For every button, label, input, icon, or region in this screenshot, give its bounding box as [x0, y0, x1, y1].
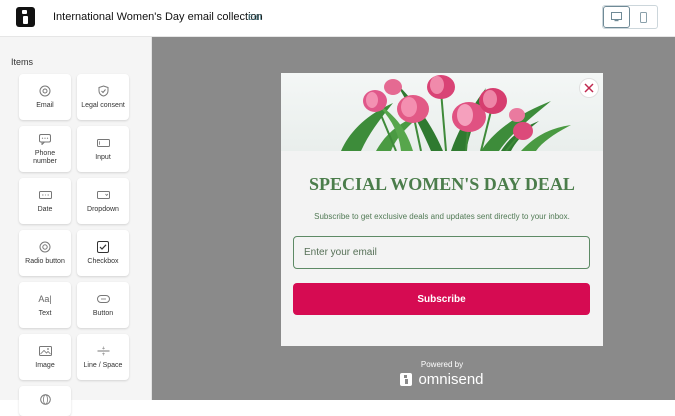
item-dropdown[interactable]: Dropdown	[77, 178, 129, 224]
desktop-view-button[interactable]	[603, 6, 631, 28]
item-label: Date	[37, 206, 53, 213]
item-text[interactable]: Aa| Text	[19, 282, 71, 328]
text-icon: Aa|	[38, 294, 52, 304]
tulips-hero-image	[281, 73, 603, 151]
item-label: Button	[92, 310, 114, 317]
item-input[interactable]: Input	[77, 126, 129, 172]
mobile-icon	[640, 11, 648, 23]
mobile-view-button[interactable]	[630, 6, 657, 28]
item-label: Phone number	[33, 150, 57, 165]
edit-link[interactable]: Edit	[248, 13, 262, 22]
button-icon	[96, 292, 110, 306]
popup-subtext: Subscribe to get exclusive deals and upd…	[314, 212, 570, 221]
shield-check-icon	[98, 84, 109, 98]
email-input[interactable]	[294, 237, 589, 268]
page-title: International Women's Day email collecti…	[53, 11, 263, 23]
items-heading: Items	[11, 57, 34, 67]
image-icon	[38, 344, 52, 358]
item-phone-number[interactable]: Phone number	[19, 126, 71, 172]
device-toggle	[602, 5, 658, 29]
globe-icon	[39, 392, 51, 406]
checkbox-icon	[97, 240, 109, 254]
signup-popup[interactable]: SPECIAL WOMEN'S DAY DEAL Subscribe to ge…	[281, 73, 603, 346]
close-icon	[584, 83, 594, 93]
item-label: Email	[36, 102, 54, 109]
input-icon	[96, 136, 110, 150]
phone-chat-icon	[39, 132, 51, 146]
item-label: Input	[95, 154, 111, 161]
omnisend-logo-icon[interactable]	[16, 7, 35, 27]
item-label: Line / Space	[83, 362, 123, 369]
at-icon	[39, 84, 51, 98]
item-label: Dropdown	[87, 206, 119, 213]
item-checkbox[interactable]: Checkbox	[77, 230, 129, 276]
item-email[interactable]: Email	[19, 74, 71, 120]
date-icon	[38, 188, 52, 202]
item-label: Checkbox	[87, 258, 119, 265]
item-more[interactable]	[19, 386, 71, 416]
omnisend-brand[interactable]: omnisend	[281, 371, 603, 388]
brand-name: omnisend	[418, 371, 484, 388]
item-line-space[interactable]: Line / Space	[77, 334, 129, 380]
subscribe-button[interactable]: Subscribe	[293, 283, 590, 315]
desktop-icon	[611, 12, 623, 22]
item-label: Radio button	[25, 258, 65, 265]
radio-icon	[39, 240, 51, 254]
item-date[interactable]: Date	[19, 178, 71, 224]
item-button[interactable]: Button	[77, 282, 129, 328]
top-bar: International Women's Day email collecti…	[0, 0, 675, 37]
item-radio-button[interactable]: Radio button	[19, 230, 71, 276]
popup-headline: SPECIAL WOMEN'S DAY DEAL	[309, 174, 575, 194]
item-label: Legal consent	[81, 102, 125, 109]
email-field-wrapper	[293, 236, 590, 269]
item-label: Image	[35, 362, 55, 369]
omnisend-mark-icon	[400, 373, 413, 386]
line-space-icon	[97, 344, 110, 358]
item-legal-consent[interactable]: Legal consent	[77, 74, 129, 120]
close-button[interactable]	[579, 78, 599, 98]
dropdown-icon	[96, 188, 110, 202]
item-label: Text	[38, 310, 52, 317]
powered-by-label: Powered by	[420, 360, 464, 369]
items-sidebar: Items Email Legal consent Phone number I…	[0, 37, 152, 416]
item-image[interactable]: Image	[19, 334, 71, 380]
